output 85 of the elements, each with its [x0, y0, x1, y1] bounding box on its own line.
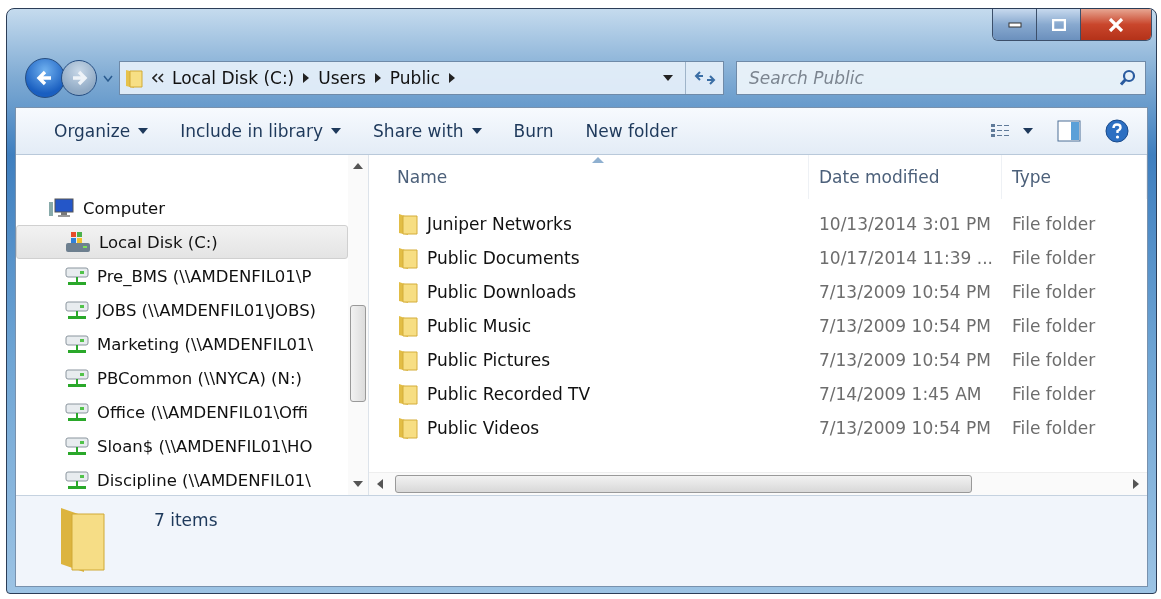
- toolbar-button[interactable]: New folder: [573, 117, 690, 145]
- toolbar-button[interactable]: Share with: [361, 117, 494, 145]
- network-drive-icon: [65, 334, 89, 354]
- sidebar-item[interactable]: Pre_BMS (\\AMDENFIL01\P: [16, 259, 348, 293]
- table-cell: File folder: [1012, 248, 1096, 268]
- sort-arrow-icon: [592, 157, 604, 163]
- maximize-icon: [1051, 18, 1066, 31]
- folder-icon: [124, 67, 144, 89]
- close-icon: [1108, 17, 1124, 32]
- network-drive-icon: [65, 300, 89, 320]
- file-name[interactable]: Public Documents: [427, 248, 580, 268]
- sidebar-item[interactable]: Computer: [16, 191, 348, 225]
- column-header[interactable]: Type: [1002, 155, 1147, 199]
- table-cell: File folder: [1012, 214, 1096, 234]
- table-cell: 7/13/2009 10:54 PM: [819, 350, 991, 370]
- item-count: 7 items: [154, 510, 218, 530]
- close-button[interactable]: [1081, 9, 1151, 40]
- table-cell: 7/13/2009 10:54 PM: [819, 282, 991, 302]
- minimize-icon: [1007, 21, 1022, 28]
- sidebar-item[interactable]: Office (\\AMDENFIL01\Offi: [16, 395, 348, 429]
- sidebar-item[interactable]: Local Disk (C:): [16, 225, 348, 259]
- folder-icon: [397, 348, 419, 372]
- scroll-left-arrow-icon[interactable]: [377, 479, 383, 489]
- table-cell: 10/13/2014 3:01 PM: [819, 214, 991, 234]
- search-icon: [1119, 69, 1137, 87]
- scroll-up-arrow-icon[interactable]: [353, 163, 363, 169]
- table-cell: 10/17/2014 11:39 ...: [819, 248, 993, 268]
- arrow-icon[interactable]: [302, 73, 311, 83]
- network-drive-icon: [65, 470, 89, 490]
- network-drive-icon: [65, 266, 89, 286]
- folder-icon: [397, 280, 419, 304]
- sidebar-item[interactable]: Marketing (\\AMDENFIL01\: [16, 327, 348, 361]
- preview-pane-icon: [1057, 120, 1081, 142]
- sidebar-item[interactable]: PBCommon (\\NYCA) (N:): [16, 361, 348, 395]
- computer-icon: [49, 198, 75, 218]
- column-header[interactable]: Date modified: [809, 155, 1002, 199]
- drive-icon: [65, 231, 91, 253]
- table-cell: File folder: [1012, 282, 1096, 302]
- table-cell: 7/13/2009 10:54 PM: [819, 418, 991, 438]
- breadcrumb[interactable]: Users: [318, 68, 366, 88]
- table-cell: File folder: [1012, 316, 1096, 336]
- toolbar-button[interactable]: Include in library: [168, 117, 354, 145]
- sidebar-item[interactable]: Discipline (\\AMDENFIL01\: [16, 463, 348, 495]
- file-name[interactable]: Public Recorded TV: [427, 384, 591, 404]
- table-cell: File folder: [1012, 350, 1096, 370]
- table-cell: 7/13/2009 10:54 PM: [819, 316, 991, 336]
- arrow-icon[interactable]: [373, 73, 382, 83]
- folder-icon: [397, 314, 419, 338]
- refresh-icon: [693, 69, 716, 87]
- file-name[interactable]: Public Downloads: [427, 282, 577, 302]
- minimize-button[interactable]: [993, 9, 1037, 40]
- caret-icon: [1023, 128, 1033, 134]
- sidebar-item[interactable]: Sloan$ (\\AMDENFIL01\HO: [16, 429, 348, 463]
- folder-icon: [397, 382, 419, 406]
- table-cell: 7/14/2009 1:45 AM: [819, 384, 982, 404]
- scrollbar-thumb[interactable]: [350, 305, 366, 402]
- breadcrumb[interactable]: Public: [389, 68, 441, 88]
- network-drive-icon: [65, 368, 89, 388]
- file-name[interactable]: Public Pictures: [427, 350, 551, 370]
- address-bar[interactable]: Local Disk (C:) Users Public: [119, 61, 724, 95]
- scroll-right-arrow-icon[interactable]: [1133, 479, 1139, 489]
- folder-icon: [397, 212, 419, 236]
- file-name[interactable]: Public Videos: [427, 418, 540, 438]
- back-button[interactable]: [25, 58, 65, 98]
- help-icon: [1105, 119, 1129, 143]
- table-cell: File folder: [1012, 418, 1096, 438]
- network-drive-icon: [65, 436, 89, 456]
- folder-icon: [397, 416, 419, 440]
- file-name[interactable]: Juniper Networks: [427, 214, 572, 234]
- dropdown-arrow-icon[interactable]: [663, 75, 673, 81]
- forward-button[interactable]: [61, 60, 97, 96]
- toolbar-button[interactable]: Organize: [42, 117, 161, 145]
- file-name[interactable]: Public Music: [427, 316, 532, 336]
- arrow-icon[interactable]: [448, 73, 457, 83]
- breadcrumb[interactable]: Local Disk (C:): [172, 68, 295, 88]
- maximize-button[interactable]: [1037, 9, 1081, 40]
- network-drive-icon: [65, 402, 89, 422]
- scrollbar-thumb[interactable]: [395, 475, 972, 493]
- table-cell: File folder: [1012, 384, 1096, 404]
- chevron-icon: [152, 73, 164, 83]
- search-field[interactable]: Search Public: [736, 61, 1146, 95]
- folder-icon: [397, 246, 419, 270]
- scroll-down-arrow-icon[interactable]: [353, 481, 363, 487]
- sidebar-item[interactable]: JOBS (\\AMDENFIL01\JOBS): [16, 293, 348, 327]
- toolbar-button[interactable]: Burn: [501, 117, 566, 145]
